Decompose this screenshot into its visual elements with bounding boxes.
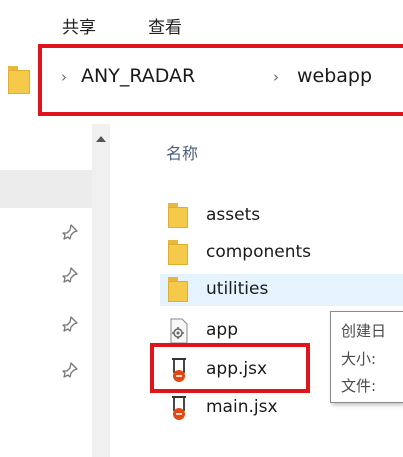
breadcrumb-separator[interactable]: › [273,68,279,86]
pin-icon[interactable] [62,267,78,283]
pin-icon[interactable] [62,362,78,378]
address-bar[interactable]: › ANY_RADAR › webapp [0,44,403,124]
scroll-up-arrow-icon[interactable] [96,136,106,142]
tab-share[interactable]: 共享 [62,13,96,38]
folder-icon [168,203,190,229]
navigation-pane [0,124,120,457]
list-item[interactable]: utilities [160,274,403,306]
file-tooltip: 创建日 大小: 文件: [330,311,403,403]
pin-icon[interactable] [62,316,78,332]
file-highlight-box [150,343,310,393]
gear-file-icon [168,318,190,344]
tooltip-line: 文件: [341,377,377,395]
tooltip-line: 大小: [341,350,377,368]
pin-icon[interactable] [62,224,78,240]
column-header-name[interactable]: 名称 [166,140,198,164]
file-list: 名称 assets components utilities app app.j… [120,124,403,457]
ribbon: 共享 查看 [0,0,403,44]
tooltip-line: 创建日 [341,322,387,340]
breadcrumb-any-radar[interactable]: ANY_RADAR [81,65,195,87]
breadcrumb-separator[interactable]: › [61,68,67,86]
list-item[interactable]: assets [160,200,403,232]
jsx-file-icon [168,395,190,421]
folder-icon [168,277,190,303]
list-item-label: app [206,320,238,340]
list-item-label: utilities [206,279,269,299]
breadcrumb-webapp[interactable]: webapp [297,65,372,87]
list-item[interactable]: components [160,237,403,269]
folder-icon [168,240,190,266]
nav-scrollbar[interactable] [92,124,110,457]
list-item-label: assets [206,205,261,225]
folder-icon [8,66,30,94]
list-item-label: components [206,242,312,262]
tab-view[interactable]: 查看 [148,13,182,38]
list-item-label: main.jsx [206,397,278,417]
